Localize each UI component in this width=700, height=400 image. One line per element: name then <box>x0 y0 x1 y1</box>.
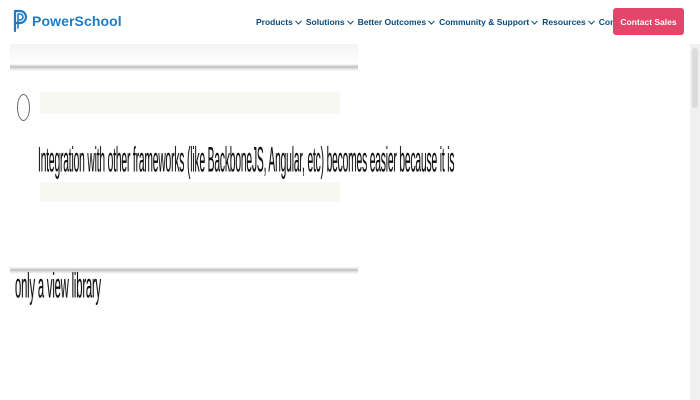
slide-ghost-artifact <box>40 92 340 114</box>
site-header: PowerSchool Products Solutions Better Ou… <box>0 0 700 44</box>
slide-top-shade <box>10 44 358 66</box>
brand-name: PowerSchool <box>32 13 122 29</box>
chevron-down-icon <box>531 19 539 25</box>
main-nav: Products Solutions Better Outcomes Commu… <box>256 17 650 27</box>
chevron-down-icon <box>294 19 302 25</box>
slide-divider-top <box>10 64 358 71</box>
page-scrollbar[interactable] <box>690 44 700 400</box>
nav-item-label: Products <box>256 17 293 27</box>
chevron-down-icon <box>346 19 354 25</box>
brand-logo-link[interactable]: PowerSchool <box>12 9 122 33</box>
nav-item-better-outcomes[interactable]: Better Outcomes <box>358 17 436 27</box>
nav-item-label: Solutions <box>305 17 345 27</box>
chevron-down-icon <box>587 19 595 25</box>
nav-item-label: Resources <box>542 17 586 27</box>
slide-divider-bottom <box>10 267 358 274</box>
slide-image <box>10 44 358 312</box>
nav-item-resources[interactable]: Resources <box>542 17 595 27</box>
contact-sales-button[interactable]: Contact Sales <box>613 8 684 35</box>
nav-item-label: Community & Support <box>439 17 530 27</box>
scrollbar-thumb[interactable] <box>692 48 698 108</box>
slide-ghost-artifact <box>40 182 340 202</box>
powerschool-logo-icon <box>12 9 28 33</box>
nav-item-community-support[interactable]: Community & Support <box>439 17 539 27</box>
nav-item-label: Better Outcomes <box>357 17 427 27</box>
chevron-down-icon <box>428 19 435 25</box>
nav-item-products[interactable]: Products <box>256 17 302 27</box>
nav-item-solutions[interactable]: Solutions <box>306 17 354 27</box>
radio-circle-icon <box>17 94 30 121</box>
